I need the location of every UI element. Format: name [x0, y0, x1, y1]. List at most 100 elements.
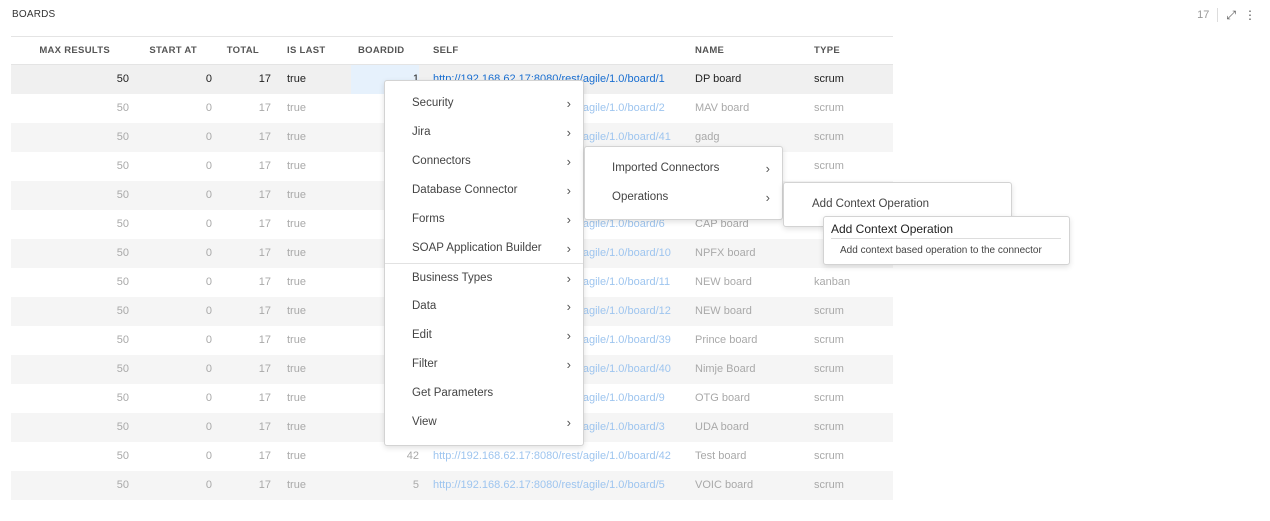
cell-start-at: 0 [205, 305, 212, 317]
cell-self-link[interactable]: http://192.168.62.17:8080/rest/agile/1.0… [433, 471, 693, 500]
menu-item-label: Data [412, 300, 437, 312]
menu-item-database-connector[interactable]: Database Connector › [385, 176, 583, 205]
table-row[interactable]: 50 0 17 true 5 http://192.168.62.17:8080/rest… [11, 471, 893, 500]
connectors-submenu: Imported Connectors › Operations › [584, 146, 783, 220]
cell-name: Test board [695, 450, 747, 462]
cell-total: 17 [258, 334, 271, 346]
cell-total: 17 [258, 160, 271, 172]
menu-item-label: Add Context Operation [812, 198, 929, 210]
cell-is-last: true [287, 189, 306, 201]
cell-boardid: 5 [412, 479, 419, 491]
cell-self-link[interactable]: http://192.168.62.17:8080/rest/agile/1.0… [433, 442, 693, 471]
menu-item-get-parameters[interactable]: Get Parameters [385, 379, 583, 408]
column-header-self[interactable]: SELF [433, 37, 693, 66]
cell-total: 17 [258, 363, 271, 375]
column-header-is-last[interactable]: IS LAST [287, 37, 347, 66]
menu-item-label: Get Parameters [412, 387, 494, 399]
menu-item-label: Business Types [412, 272, 493, 284]
menu-item-filter[interactable]: Filter › [385, 350, 583, 379]
menu-item-business-types[interactable]: Business Types › [385, 263, 583, 292]
menu-item-jira[interactable]: Jira › [385, 118, 583, 147]
menu-item-label: Filter [412, 358, 438, 370]
cell-total: 17 [258, 421, 271, 433]
cell-start-at: 0 [205, 450, 212, 462]
cell-name: NEW board [695, 276, 752, 288]
column-header-total[interactable]: TOTAL [212, 37, 271, 66]
cell-type: scrum [814, 73, 844, 85]
cell-max-results: 50 [116, 421, 129, 433]
tooltip-divider [831, 238, 1061, 239]
cell-total: 17 [258, 305, 271, 317]
cell-start-at: 0 [205, 392, 212, 404]
cell-total: 17 [258, 450, 271, 462]
panel-toolbar: 17 ⤢ ⋮ [1197, 8, 1256, 22]
chevron-right-icon: › [765, 190, 770, 205]
cell-start-at: 0 [205, 363, 212, 375]
cell-start-at: 0 [205, 102, 212, 114]
cell-type: scrum [814, 479, 844, 491]
cell-type: scrum [814, 450, 844, 462]
cell-max-results: 50 [116, 363, 129, 375]
menu-item-forms[interactable]: Forms › [385, 205, 583, 234]
cell-type: scrum [814, 334, 844, 346]
menu-item-add-context-operation[interactable]: Add Context Operation [784, 190, 1011, 218]
table-row[interactable]: 50 0 17 true 42 http://192.168.62.17:8080/res… [11, 442, 893, 471]
column-header-name[interactable]: NAME [695, 37, 810, 66]
cell-start-at: 0 [205, 160, 212, 172]
cell-type: scrum [814, 131, 844, 143]
cell-is-last: true [287, 305, 306, 317]
cell-is-last: true [287, 247, 306, 259]
cell-name: UDA board [695, 421, 749, 433]
panel-title: BOARDS [12, 9, 56, 20]
chevron-right-icon: › [566, 154, 571, 169]
cell-is-last: true [287, 392, 306, 404]
cell-is-last: true [287, 363, 306, 375]
menu-item-label: Connectors [412, 155, 471, 167]
toolbar-divider [1217, 8, 1219, 22]
menu-item-soap-application-builder[interactable]: SOAP Application Builder › [385, 234, 583, 263]
column-header-boardid[interactable]: BOARDID [351, 37, 419, 66]
cell-type: scrum [814, 363, 844, 375]
menu-item-label: Database Connector [412, 184, 518, 196]
expand-icon[interactable]: ⤢ [1226, 9, 1236, 21]
menu-item-operations[interactable]: Operations › [585, 183, 782, 212]
cell-type: scrum [814, 160, 844, 172]
cell-is-last: true [287, 479, 306, 491]
cell-is-last: true [287, 218, 306, 230]
cell-max-results: 50 [116, 218, 129, 230]
cell-name: NEW board [695, 305, 752, 317]
cell-start-at: 0 [205, 73, 212, 85]
cell-name: OTG board [695, 392, 751, 404]
cell-name: MAV board [695, 102, 750, 114]
cell-is-last: true [287, 160, 306, 172]
column-header-type[interactable]: TYPE [814, 37, 892, 66]
menu-item-connectors[interactable]: Connectors › [385, 147, 583, 176]
cell-max-results: 50 [116, 131, 129, 143]
menu-item-view[interactable]: View › [385, 408, 583, 437]
cell-is-last: true [287, 276, 306, 288]
cell-max-results: 50 [116, 247, 129, 259]
menu-item-data[interactable]: Data › [385, 292, 583, 321]
cell-max-results: 50 [116, 305, 129, 317]
cell-total: 17 [258, 479, 271, 491]
tooltip: Add Context Operation Add context based … [823, 216, 1070, 265]
more-vertical-icon[interactable]: ⋮ [1244, 9, 1256, 21]
menu-item-imported-connectors[interactable]: Imported Connectors › [585, 154, 782, 183]
cell-max-results: 50 [116, 73, 129, 85]
cell-max-results: 50 [116, 479, 129, 491]
cell-total: 17 [258, 73, 271, 85]
cell-start-at: 0 [205, 218, 212, 230]
menu-item-label: Security [412, 97, 454, 109]
column-header-max-results[interactable]: MAX RESULTS [11, 37, 136, 66]
cell-total: 17 [258, 131, 271, 143]
cell-is-last: true [287, 421, 306, 433]
column-header-start-at[interactable]: START AT [136, 37, 212, 66]
menu-item-edit[interactable]: Edit › [385, 321, 583, 350]
cell-type: scrum [814, 421, 844, 433]
cell-max-results: 50 [116, 160, 129, 172]
cell-is-last: true [287, 73, 306, 85]
menu-item-security[interactable]: Security › [385, 89, 583, 118]
chevron-right-icon: › [566, 357, 571, 372]
context-menu: Security › Jira › Connectors › Database Connec… [384, 80, 584, 446]
cell-name: Nimje Board [695, 363, 756, 375]
